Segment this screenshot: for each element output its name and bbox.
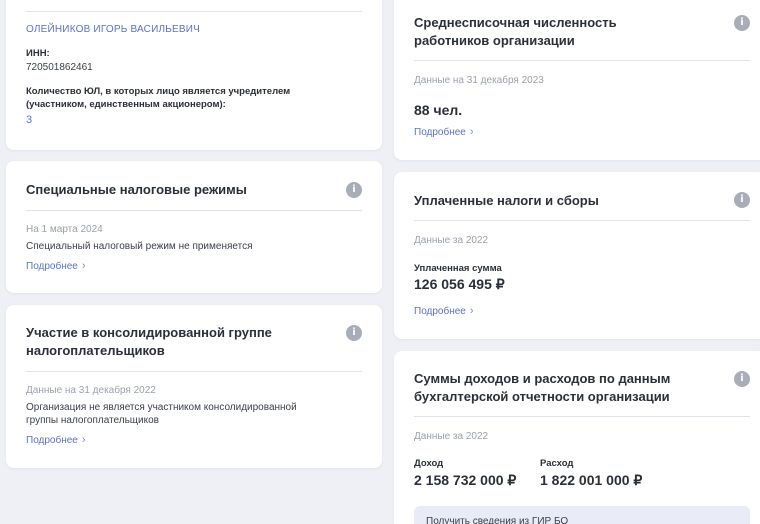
taxes-paid-sum-value: 126 056 495 ₽ xyxy=(414,276,505,292)
consolidated-more-link[interactable]: Подробнее › xyxy=(26,434,86,446)
taxes-paid-title: Уплаченные налоги и сборы xyxy=(414,193,599,208)
divider xyxy=(414,220,750,221)
info-icon[interactable]: i xyxy=(346,182,362,198)
inn-value: 720501862461 xyxy=(26,62,93,73)
divider xyxy=(414,416,750,417)
founder-count-label: Количество ЮЛ, в которых лицо является у… xyxy=(26,86,291,110)
divider xyxy=(414,60,750,61)
info-icon[interactable]: i xyxy=(734,371,750,387)
chevron-right-icon: › xyxy=(81,260,86,272)
tax-regimes-text: Специальный налоговый режим не применяет… xyxy=(26,241,253,252)
consolidated-text: Организация не является участником консо… xyxy=(26,402,297,426)
more-label: Подробнее xyxy=(414,306,466,317)
chevron-right-icon: › xyxy=(81,434,86,446)
employees-title: Среднесписочная численность работников о… xyxy=(414,15,617,48)
tax-regimes-card: Специальные налоговые режимы i На 1 март… xyxy=(6,161,382,293)
founder-card: ОЛЕЙНИКОВ ИГОРЬ ВАСИЛЬЕВИЧ ИНН: 72050186… xyxy=(6,0,382,150)
taxes-paid-date: Данные за 2022 xyxy=(414,235,489,246)
info-icon[interactable]: i xyxy=(734,192,750,208)
taxes-paid-more-link[interactable]: Подробнее › xyxy=(414,305,474,317)
more-label: Подробнее xyxy=(26,435,78,446)
consolidated-date: Данные на 31 декабря 2022 xyxy=(26,385,156,396)
tax-regimes-more-link[interactable]: Подробнее › xyxy=(26,260,86,272)
income-value: 2 158 732 000 ₽ xyxy=(414,472,517,488)
founder-name-link[interactable]: ОЛЕЙНИКОВ ИГОРЬ ВАСИЛЬЕВИЧ xyxy=(26,24,200,35)
divider xyxy=(26,371,362,372)
info-icon[interactable]: i xyxy=(734,15,750,31)
expense-label: Расход xyxy=(540,458,574,469)
inn-label: ИНН: xyxy=(26,48,50,59)
consolidated-group-card: Участие в консолидированной группе налог… xyxy=(6,305,382,468)
tax-regimes-title: Специальные налоговые режимы xyxy=(26,182,247,197)
income-label: Доход xyxy=(414,458,444,469)
more-label: Подробнее xyxy=(26,261,78,272)
consolidated-title: Участие в консолидированной группе налог… xyxy=(26,325,272,358)
more-label: Подробнее xyxy=(414,127,466,138)
employees-card: Среднесписочная численность работников о… xyxy=(394,0,760,160)
taxes-paid-card: Уплаченные налоги и сборы i Данные за 20… xyxy=(394,172,760,339)
expense-value: 1 822 001 000 ₽ xyxy=(540,472,643,488)
chevron-right-icon: › xyxy=(469,126,474,138)
employees-more-link[interactable]: Подробнее › xyxy=(414,126,474,138)
founder-count-link[interactable]: 3 xyxy=(26,114,32,126)
divider xyxy=(26,11,362,12)
divider xyxy=(26,210,362,211)
tax-regimes-date: На 1 марта 2024 xyxy=(26,224,103,235)
chevron-right-icon: › xyxy=(469,305,474,317)
taxes-paid-sum-label: Уплаченная сумма xyxy=(414,263,502,274)
gir-bo-notice-text: Получить сведения из ГИР БО xyxy=(426,516,569,524)
info-icon[interactable]: i xyxy=(346,325,362,341)
income-title: Суммы доходов и расходов по данным бухга… xyxy=(414,371,671,404)
income-date: Данные за 2022 xyxy=(414,431,489,442)
income-expense-card: Суммы доходов и расходов по данным бухга… xyxy=(394,351,760,524)
gir-bo-notice[interactable]: Получить сведения из ГИР БО xyxy=(414,506,750,524)
employees-date: Данные на 31 декабря 2023 xyxy=(414,75,544,86)
employees-value: 88 чел. xyxy=(414,102,463,118)
